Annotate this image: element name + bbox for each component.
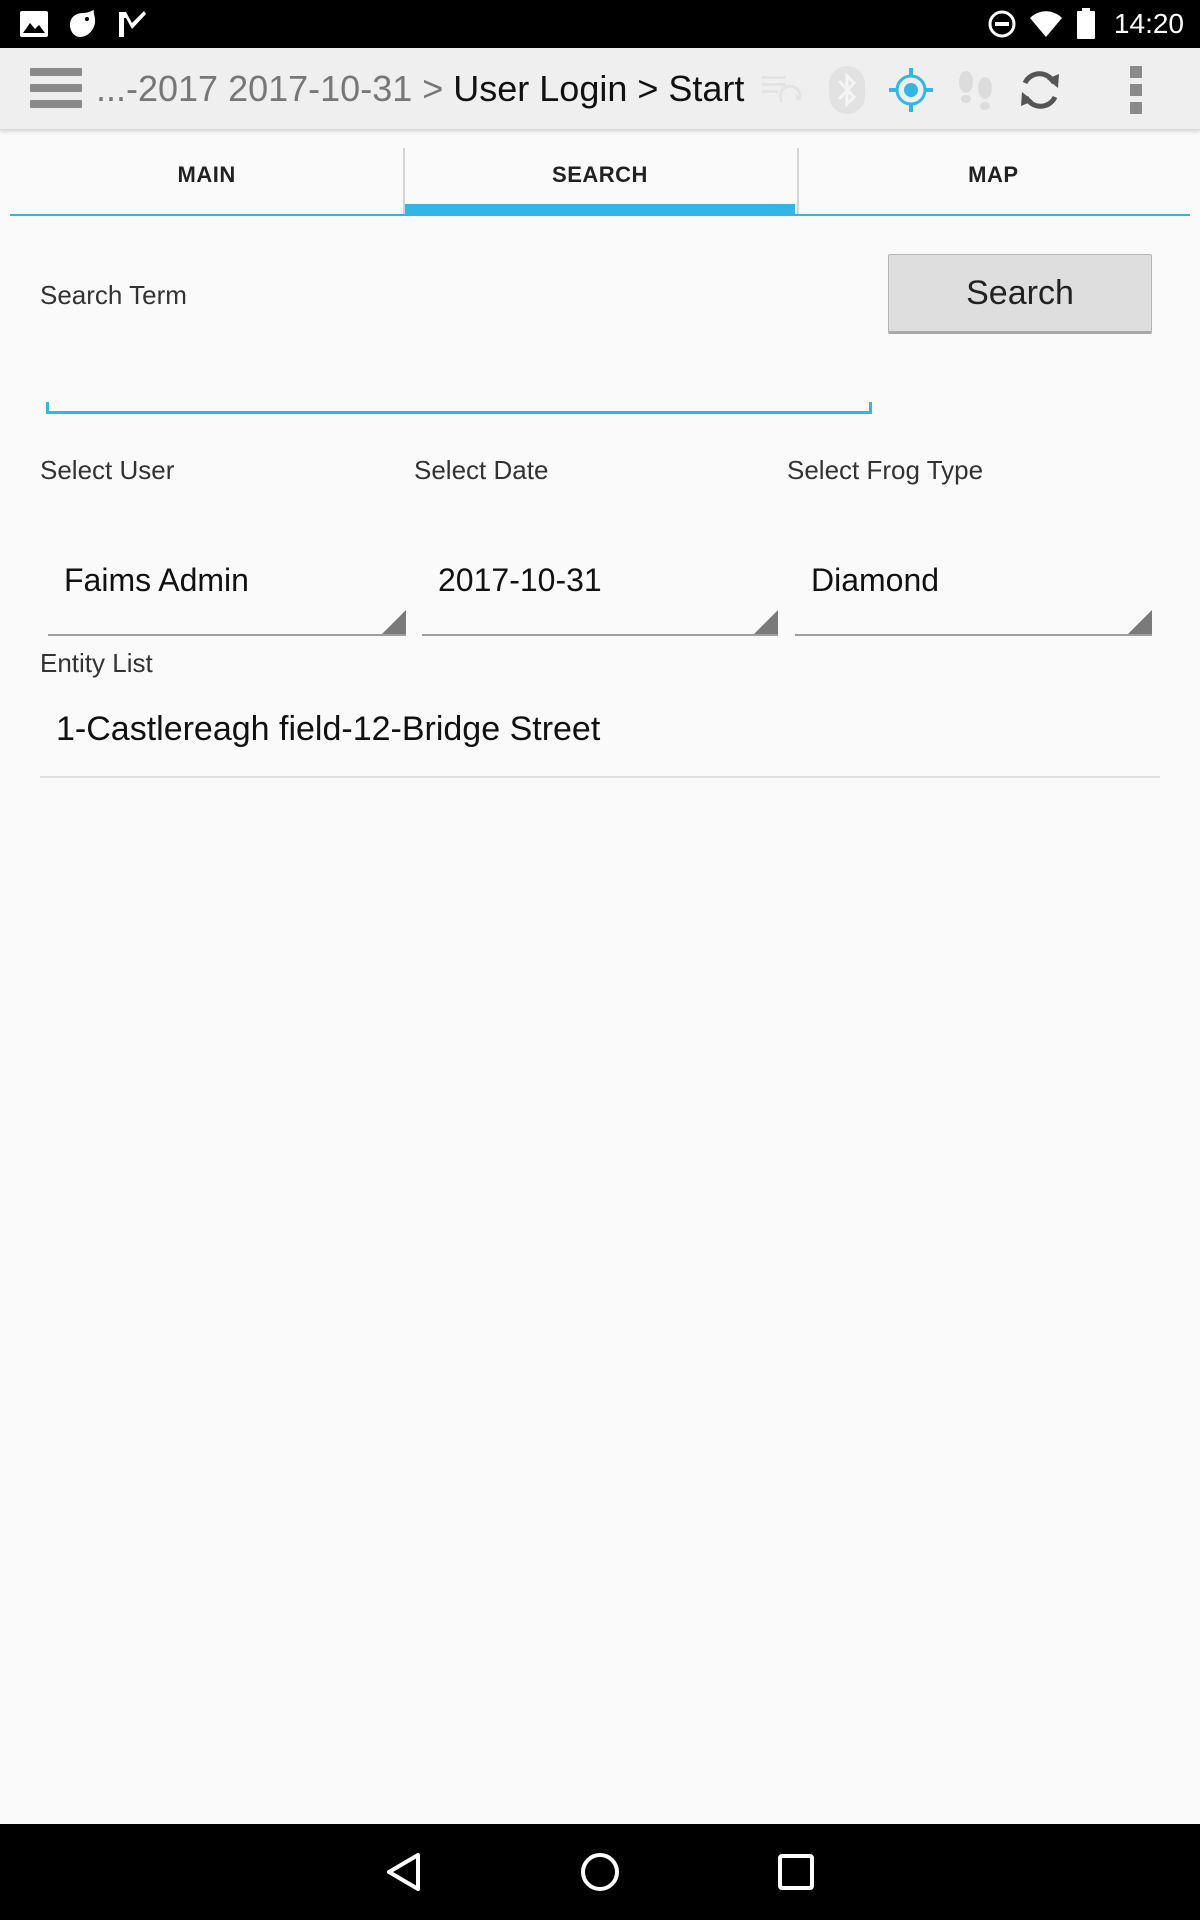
app-root: 14:20 ...-2017 2017-10-31 > User Login >… (0, 0, 1200, 1920)
system-nav-bar (0, 1824, 1200, 1920)
search-term-input[interactable] (46, 372, 872, 414)
tab-search[interactable]: SEARCH (403, 148, 796, 214)
home-icon[interactable] (572, 1844, 628, 1900)
tracking-footsteps-icon[interactable] (952, 66, 1000, 114)
gps-location-icon[interactable] (887, 66, 935, 114)
tab-map[interactable]: MAP (796, 148, 1190, 214)
sync-status-icon[interactable] (758, 66, 806, 114)
tab-main[interactable]: MAIN (10, 148, 403, 214)
entity-list-label: Entity List (40, 648, 153, 678)
search-button[interactable]: Search (888, 254, 1152, 334)
action-bar: ...-2017 2017-10-31 > User Login > Start (0, 48, 1200, 130)
tab-bar: MAIN SEARCH MAP (10, 148, 1190, 216)
checkmark-flag-icon (114, 6, 150, 42)
menu-drawer-icon[interactable] (30, 68, 82, 108)
list-item[interactable]: 1-Castlereagh field-12-Bridge Street (40, 696, 1160, 778)
select-frog-type-value: Diamond (811, 562, 940, 598)
battery-icon (1068, 6, 1104, 42)
select-date-dropdown[interactable]: 2017-10-31 (422, 534, 778, 636)
back-icon[interactable] (376, 1844, 432, 1900)
breadcrumb-module[interactable]: ...-2017 2017-10-31 (96, 68, 412, 109)
overflow-menu-icon[interactable] (1112, 66, 1160, 114)
bluetooth-icon[interactable] (823, 66, 871, 114)
breadcrumb-separator: > (627, 68, 669, 109)
search-input-edge (869, 402, 872, 414)
wifi-icon (1028, 6, 1064, 42)
dropdown-corner-icon (1128, 610, 1152, 634)
breadcrumb: ...-2017 2017-10-31 > User Login > Start (96, 48, 744, 130)
list-item-text: 1-Castlereagh field-12-Bridge Street (56, 710, 601, 748)
select-date-label: Select Date (414, 455, 549, 485)
breadcrumb-separator: > (412, 68, 454, 109)
select-frog-type-dropdown[interactable]: Diamond (795, 534, 1152, 636)
search-input-edge (46, 402, 49, 414)
select-frog-type-label: Select Frog Type (787, 455, 984, 485)
image-icon (16, 6, 52, 42)
breadcrumb-user-login[interactable]: User Login (453, 68, 627, 109)
select-user-value: Faims Admin (64, 562, 249, 598)
dropdown-corner-icon (754, 610, 778, 634)
select-user-label: Select User (40, 455, 175, 485)
status-clock: 14:20 (1113, 8, 1184, 39)
notification-bird-icon (64, 6, 100, 42)
select-date-value: 2017-10-31 (438, 562, 602, 598)
refresh-icon[interactable] (1016, 66, 1064, 114)
dropdown-corner-icon (382, 610, 406, 634)
select-user-dropdown[interactable]: Faims Admin (48, 534, 406, 636)
status-bar: 14:20 (0, 0, 1200, 48)
do-not-disturb-icon (984, 6, 1020, 42)
search-term-label: Search Term (40, 280, 187, 310)
breadcrumb-start: Start (668, 68, 745, 109)
recents-icon[interactable] (768, 1844, 824, 1900)
